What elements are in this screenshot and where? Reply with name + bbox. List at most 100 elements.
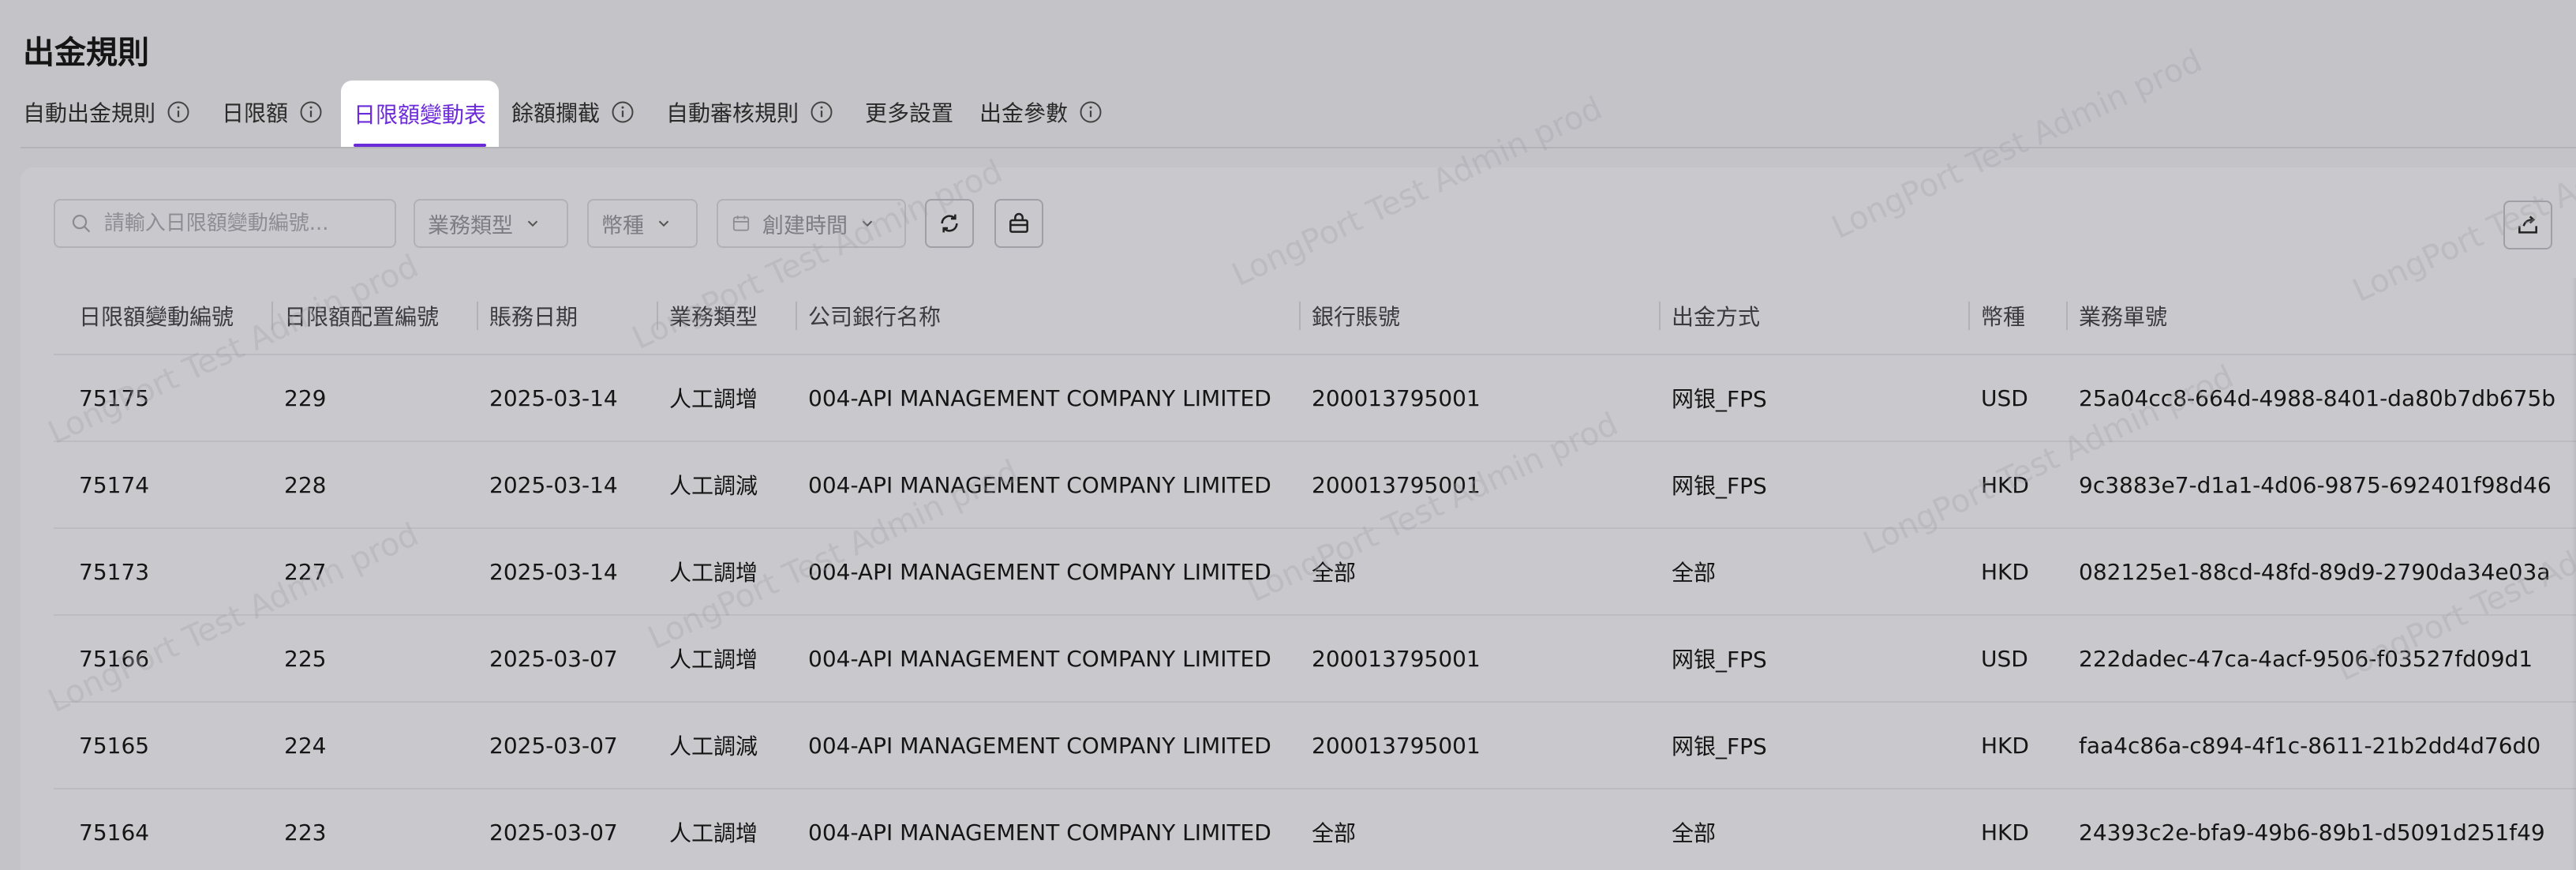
created-time-label: 創建時間 xyxy=(762,213,848,238)
accounting-date-cell: 2025-03-14 xyxy=(489,384,618,411)
column-header: 公司銀行名称 xyxy=(796,278,941,354)
config-id-cell: 225 xyxy=(284,645,327,672)
accounting-date-cell: 2025-03-14 xyxy=(489,558,618,585)
table-row[interactable]: 75175 229 2025-03-14 人工調增 004-API MANAGE… xyxy=(54,355,2576,442)
table-row[interactable]: 75164 223 2025-03-07 人工調增 004-API MANAGE… xyxy=(54,789,2576,870)
change-id-cell: 75165 xyxy=(79,732,150,759)
table-row[interactable]: 75173 227 2025-03-14 人工調增 004-API MANAGE… xyxy=(54,529,2576,616)
tab-label: 自動審核規則 xyxy=(666,100,799,126)
content-panel: 業務類型 幣種 創建時間 日限額變動編號 日限額配置編號 賬務日期 業務類型 xyxy=(21,167,2576,870)
withdrawal-method-cell: 全部 xyxy=(1672,820,1717,846)
column-header: 業務類型 xyxy=(657,278,758,354)
table-row[interactable]: 75165 224 2025-03-07 人工調減 004-API MANAGE… xyxy=(54,703,2576,789)
tab-auto-review-rules[interactable]: 自動審核規則 xyxy=(666,82,833,142)
tab-auto-withdrawal-rules[interactable]: 自動出金規則 xyxy=(23,82,190,142)
tabs-divider xyxy=(21,147,2576,148)
currency-cell: HKD xyxy=(1981,732,2029,759)
info-icon[interactable] xyxy=(810,100,833,124)
refresh-icon xyxy=(941,214,958,233)
business-order-cell: 25a04cc8-664d-4988-8401-da80b7db675b xyxy=(2079,384,2556,411)
tab-more-settings[interactable]: 更多設置 xyxy=(865,82,953,142)
currency-cell: USD xyxy=(1981,384,2028,411)
info-icon[interactable] xyxy=(167,100,190,124)
business-type-cell: 人工調減 xyxy=(669,733,758,759)
clear-filters-button[interactable] xyxy=(994,199,1043,248)
business-type-cell: 人工調增 xyxy=(669,820,758,846)
tab-label: 日限額變動表 xyxy=(354,102,487,128)
withdrawal-method-cell: 网银_FPS xyxy=(1672,733,1767,759)
refresh-button[interactable] xyxy=(925,199,974,248)
config-id-cell: 223 xyxy=(284,819,327,846)
column-header: 賬務日期 xyxy=(477,278,578,354)
chevron-down-icon xyxy=(527,220,538,227)
currency-label: 幣種 xyxy=(601,213,644,238)
table-row[interactable]: 75166 225 2025-03-07 人工調增 004-API MANAGE… xyxy=(54,616,2576,703)
business-order-cell: 222dadec-47ca-4acf-9506-f03527fd09d1 xyxy=(2079,645,2533,672)
bank-account-cell: 全部 xyxy=(1312,820,1357,846)
currency-cell: HKD xyxy=(1981,471,2029,498)
config-id-cell: 224 xyxy=(284,732,327,759)
horizontal-scroll-shadow xyxy=(2571,278,2576,870)
business-type-cell: 人工調增 xyxy=(669,386,758,412)
tab-withdrawal-params[interactable]: 出金參數 xyxy=(979,82,1103,142)
business-type-select[interactable]: 業務類型 xyxy=(414,199,568,248)
business-order-cell: 9c3883e7-d1a1-4d06-9875-692401f98d46 xyxy=(2079,471,2552,498)
change-id-cell: 75175 xyxy=(79,384,150,411)
accounting-date-cell: 2025-03-07 xyxy=(489,819,618,846)
bank-name-cell: 004-API MANAGEMENT COMPANY LIMITED xyxy=(808,558,1271,585)
change-id-cell: 75166 xyxy=(79,645,150,672)
info-icon[interactable] xyxy=(611,100,635,124)
column-header: 日限額變動編號 xyxy=(79,304,234,330)
bank-account-cell: 200013795001 xyxy=(1312,471,1481,498)
tab-daily-limit-changes[interactable]: 日限額變動表 xyxy=(341,81,500,147)
bank-account-cell: 全部 xyxy=(1312,560,1357,586)
search-input[interactable] xyxy=(102,211,395,236)
export-icon xyxy=(2518,216,2537,234)
filter-toolbar: 業務類型 幣種 創建時間 xyxy=(21,167,2576,278)
info-icon[interactable] xyxy=(299,100,323,124)
column-header: 日限額配置編號 xyxy=(271,278,439,354)
bank-account-cell: 200013795001 xyxy=(1312,645,1481,672)
export-button[interactable] xyxy=(2503,201,2552,249)
table-header: 日限額變動編號 日限額配置編號 賬務日期 業務類型 公司銀行名称 銀行賬號 出金… xyxy=(54,278,2576,355)
withdrawal-method-cell: 网银_FPS xyxy=(1672,386,1767,412)
bank-account-cell: 200013795001 xyxy=(1312,384,1481,411)
tab-daily-limit[interactable]: 日限額 xyxy=(222,82,323,142)
search-field[interactable] xyxy=(54,199,396,248)
business-type-cell: 人工調增 xyxy=(669,560,758,586)
calendar-icon xyxy=(732,216,750,231)
config-id-cell: 228 xyxy=(284,471,327,498)
tab-label: 日限額 xyxy=(222,100,289,126)
bank-name-cell: 004-API MANAGEMENT COMPANY LIMITED xyxy=(808,471,1271,498)
currency-cell: HKD xyxy=(1981,558,2029,585)
column-header: 幣種 xyxy=(1968,278,2025,354)
column-header: 業務單號 xyxy=(2066,278,2167,354)
tab-label: 自動出金規則 xyxy=(23,100,156,126)
tab-balance-interception[interactable]: 餘額攔截 xyxy=(511,82,635,142)
business-order-cell: 082125e1-88cd-48fd-89d9-2790da34e03a xyxy=(2079,558,2551,585)
tab-label: 出金參數 xyxy=(979,100,1069,126)
bank-name-cell: 004-API MANAGEMENT COMPANY LIMITED xyxy=(808,645,1271,672)
chevron-down-icon xyxy=(658,220,669,227)
business-type-label: 業務類型 xyxy=(428,213,513,238)
withdrawal-method-cell: 全部 xyxy=(1672,560,1717,586)
accounting-date-cell: 2025-03-07 xyxy=(489,645,618,672)
currency-cell: HKD xyxy=(1981,819,2029,846)
change-id-cell: 75174 xyxy=(79,471,150,498)
currency-select[interactable]: 幣種 xyxy=(587,199,698,248)
config-id-cell: 229 xyxy=(284,384,327,411)
info-icon[interactable] xyxy=(1079,100,1103,124)
bank-name-cell: 004-API MANAGEMENT COMPANY LIMITED xyxy=(808,732,1271,759)
business-type-cell: 人工調減 xyxy=(669,473,758,499)
daily-limit-change-table: 日限額變動編號 日限額配置編號 賬務日期 業務類型 公司銀行名称 銀行賬號 出金… xyxy=(54,278,2576,870)
search-icon xyxy=(72,214,90,233)
change-id-cell: 75173 xyxy=(79,558,150,585)
tab-bar: 自動出金規則 日限額 日限額變動表 餘額攔截 自動審核規則 更多設置 出金參數 xyxy=(0,81,2576,148)
chevron-down-icon xyxy=(862,220,873,227)
currency-cell: USD xyxy=(1981,645,2028,672)
created-time-picker[interactable]: 創建時間 xyxy=(717,199,906,248)
bank-name-cell: 004-API MANAGEMENT COMPANY LIMITED xyxy=(808,384,1271,411)
bank-account-cell: 200013795001 xyxy=(1312,732,1481,759)
table-row[interactable]: 75174 228 2025-03-14 人工調減 004-API MANAGE… xyxy=(54,442,2576,529)
bank-name-cell: 004-API MANAGEMENT COMPANY LIMITED xyxy=(808,819,1271,846)
